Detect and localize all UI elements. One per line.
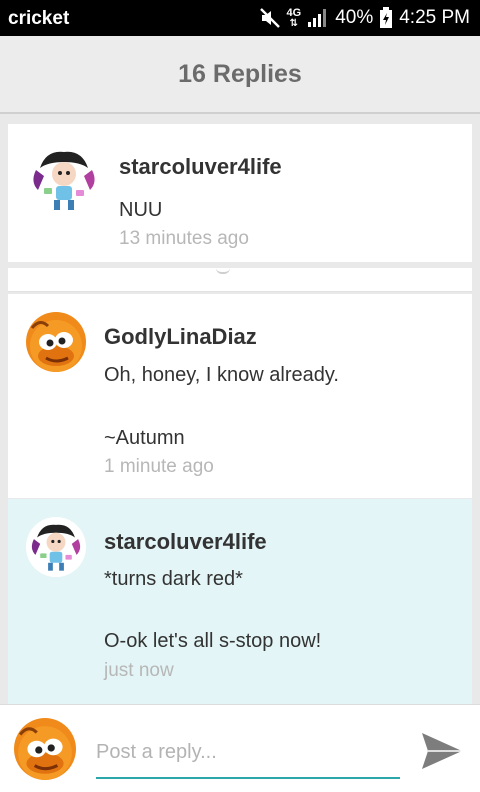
reply-timestamp: just now [104, 660, 174, 681]
replies-header: 16 Replies [0, 36, 480, 114]
status-bar: cricket 4G ⇅ 40% 4:25 PM [0, 0, 480, 36]
user-avatar[interactable] [26, 517, 86, 577]
reply-timestamp: 1 minute ago [104, 456, 214, 477]
reply-timestamp: 13 minutes ago [119, 228, 249, 249]
reply-text: Oh, honey, I know already. [104, 364, 339, 386]
reply-text: O-ok let's all s-stop now! [104, 630, 322, 652]
user-avatar[interactable] [26, 312, 86, 372]
cartoon-girl-avatar-icon [26, 517, 86, 577]
reply-text: *turns dark red* [104, 568, 243, 590]
signal-icon [307, 8, 329, 28]
replies-feed[interactable]: starcoluver4life NUU 13 minutes ago Godl… [0, 116, 480, 704]
reply-item[interactable]: starcoluver4life NUU 13 minutes ago [8, 124, 472, 262]
page-title: 16 Replies [178, 59, 302, 88]
clock: 4:25 PM [399, 7, 470, 28]
battery-icon [379, 7, 393, 29]
mute-icon [259, 7, 281, 29]
current-user-avatar[interactable] [14, 718, 76, 780]
battery-percent: 40% [335, 7, 374, 28]
send-icon [422, 733, 462, 769]
reply-item[interactable]: GodlyLinaDiaz Oh, honey, I know already.… [8, 294, 472, 498]
partial-text-fragment [216, 268, 230, 274]
reply-username[interactable]: starcoluver4life [119, 154, 282, 180]
reply-text-signature: ~Autumn [104, 427, 185, 449]
reply-item-new[interactable]: starcoluver4life *turns dark red* O-ok l… [8, 499, 472, 704]
reply-text: NUU [119, 199, 163, 221]
send-button[interactable] [418, 727, 466, 775]
reply-username[interactable]: GodlyLinaDiaz [104, 324, 257, 350]
reply-composer [0, 704, 480, 792]
orange-monster-avatar-icon [26, 312, 86, 372]
network-type-icon: 4G ⇅ [286, 6, 302, 29]
scrolled-reply-strip [8, 268, 472, 292]
status-icons: 4G ⇅ 40% 4:25 PM [259, 5, 470, 31]
reply-input[interactable] [96, 727, 400, 779]
user-avatar[interactable] [26, 142, 102, 218]
orange-monster-avatar-icon [14, 718, 76, 780]
carrier-label: cricket [8, 8, 70, 29]
cartoon-girl-avatar-icon [26, 142, 102, 218]
reply-username[interactable]: starcoluver4life [104, 529, 267, 555]
